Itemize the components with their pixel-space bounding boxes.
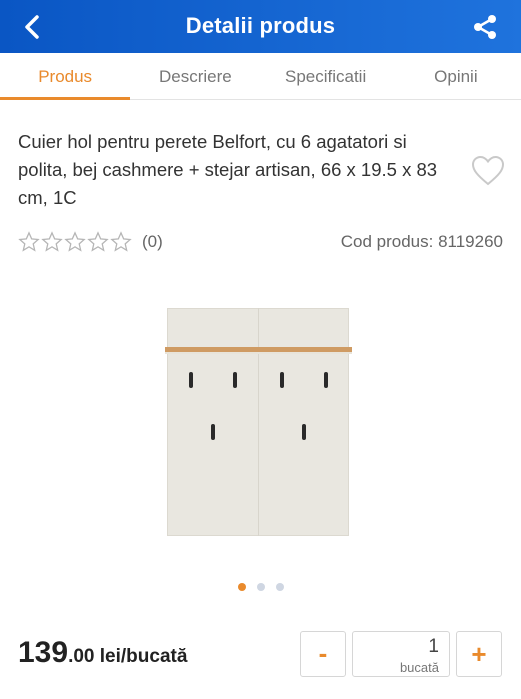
- star-icon: [18, 231, 40, 252]
- star-icon: [87, 231, 109, 252]
- quantity-value: 1: [428, 636, 439, 657]
- pagination-dot[interactable]: [237, 583, 246, 591]
- image-pagination: [0, 583, 521, 591]
- page-title: Detalii produs: [185, 13, 336, 38]
- pagination-dot[interactable]: [256, 583, 265, 591]
- tab-bar: Produs Descriere Specificatii Opinii: [0, 53, 521, 100]
- hook: [189, 372, 193, 388]
- review-count: (0): [142, 232, 163, 251]
- tab-descriere[interactable]: Descriere: [130, 53, 260, 99]
- star-icon: [64, 231, 86, 252]
- hook: [324, 372, 328, 388]
- price-decimal: .00: [68, 646, 95, 667]
- hook: [211, 424, 215, 440]
- shelf: [165, 347, 352, 354]
- quantity-decrease-button[interactable]: -: [300, 631, 346, 677]
- quantity-increase-button[interactable]: +: [456, 631, 502, 677]
- app-header: Detalii produs: [0, 0, 521, 53]
- product-image[interactable]: [0, 290, 521, 560]
- rating[interactable]: (0): [18, 231, 163, 253]
- product-title: Cuier hol pentru perete Belfort, cu 6 ag…: [18, 131, 438, 208]
- price-unit: lei/bucată: [94, 646, 188, 667]
- hook: [280, 372, 284, 388]
- price-integer: 139: [18, 636, 69, 669]
- star-icon: [41, 231, 63, 252]
- panel-divider: [258, 308, 259, 536]
- tab-opinii[interactable]: Opinii: [391, 53, 521, 99]
- hook: [233, 372, 237, 388]
- share-icon: [474, 15, 496, 39]
- pagination-dot[interactable]: [275, 583, 284, 591]
- quantity-unit: bucată: [399, 660, 439, 675]
- heart-icon: [471, 155, 505, 186]
- quantity-input[interactable]: 1 bucată: [352, 631, 450, 677]
- tab-produs[interactable]: Produs: [0, 53, 131, 100]
- hook: [302, 424, 306, 440]
- star-icon: [110, 231, 132, 252]
- favorite-button[interactable]: [471, 155, 505, 187]
- wall-panel: [167, 308, 349, 536]
- price: 139.00 lei/bucată: [18, 636, 187, 670]
- tab-specificatii[interactable]: Specificatii: [261, 53, 391, 99]
- product-code: Cod produs: 8119260: [340, 232, 503, 251]
- share-button[interactable]: [471, 13, 499, 41]
